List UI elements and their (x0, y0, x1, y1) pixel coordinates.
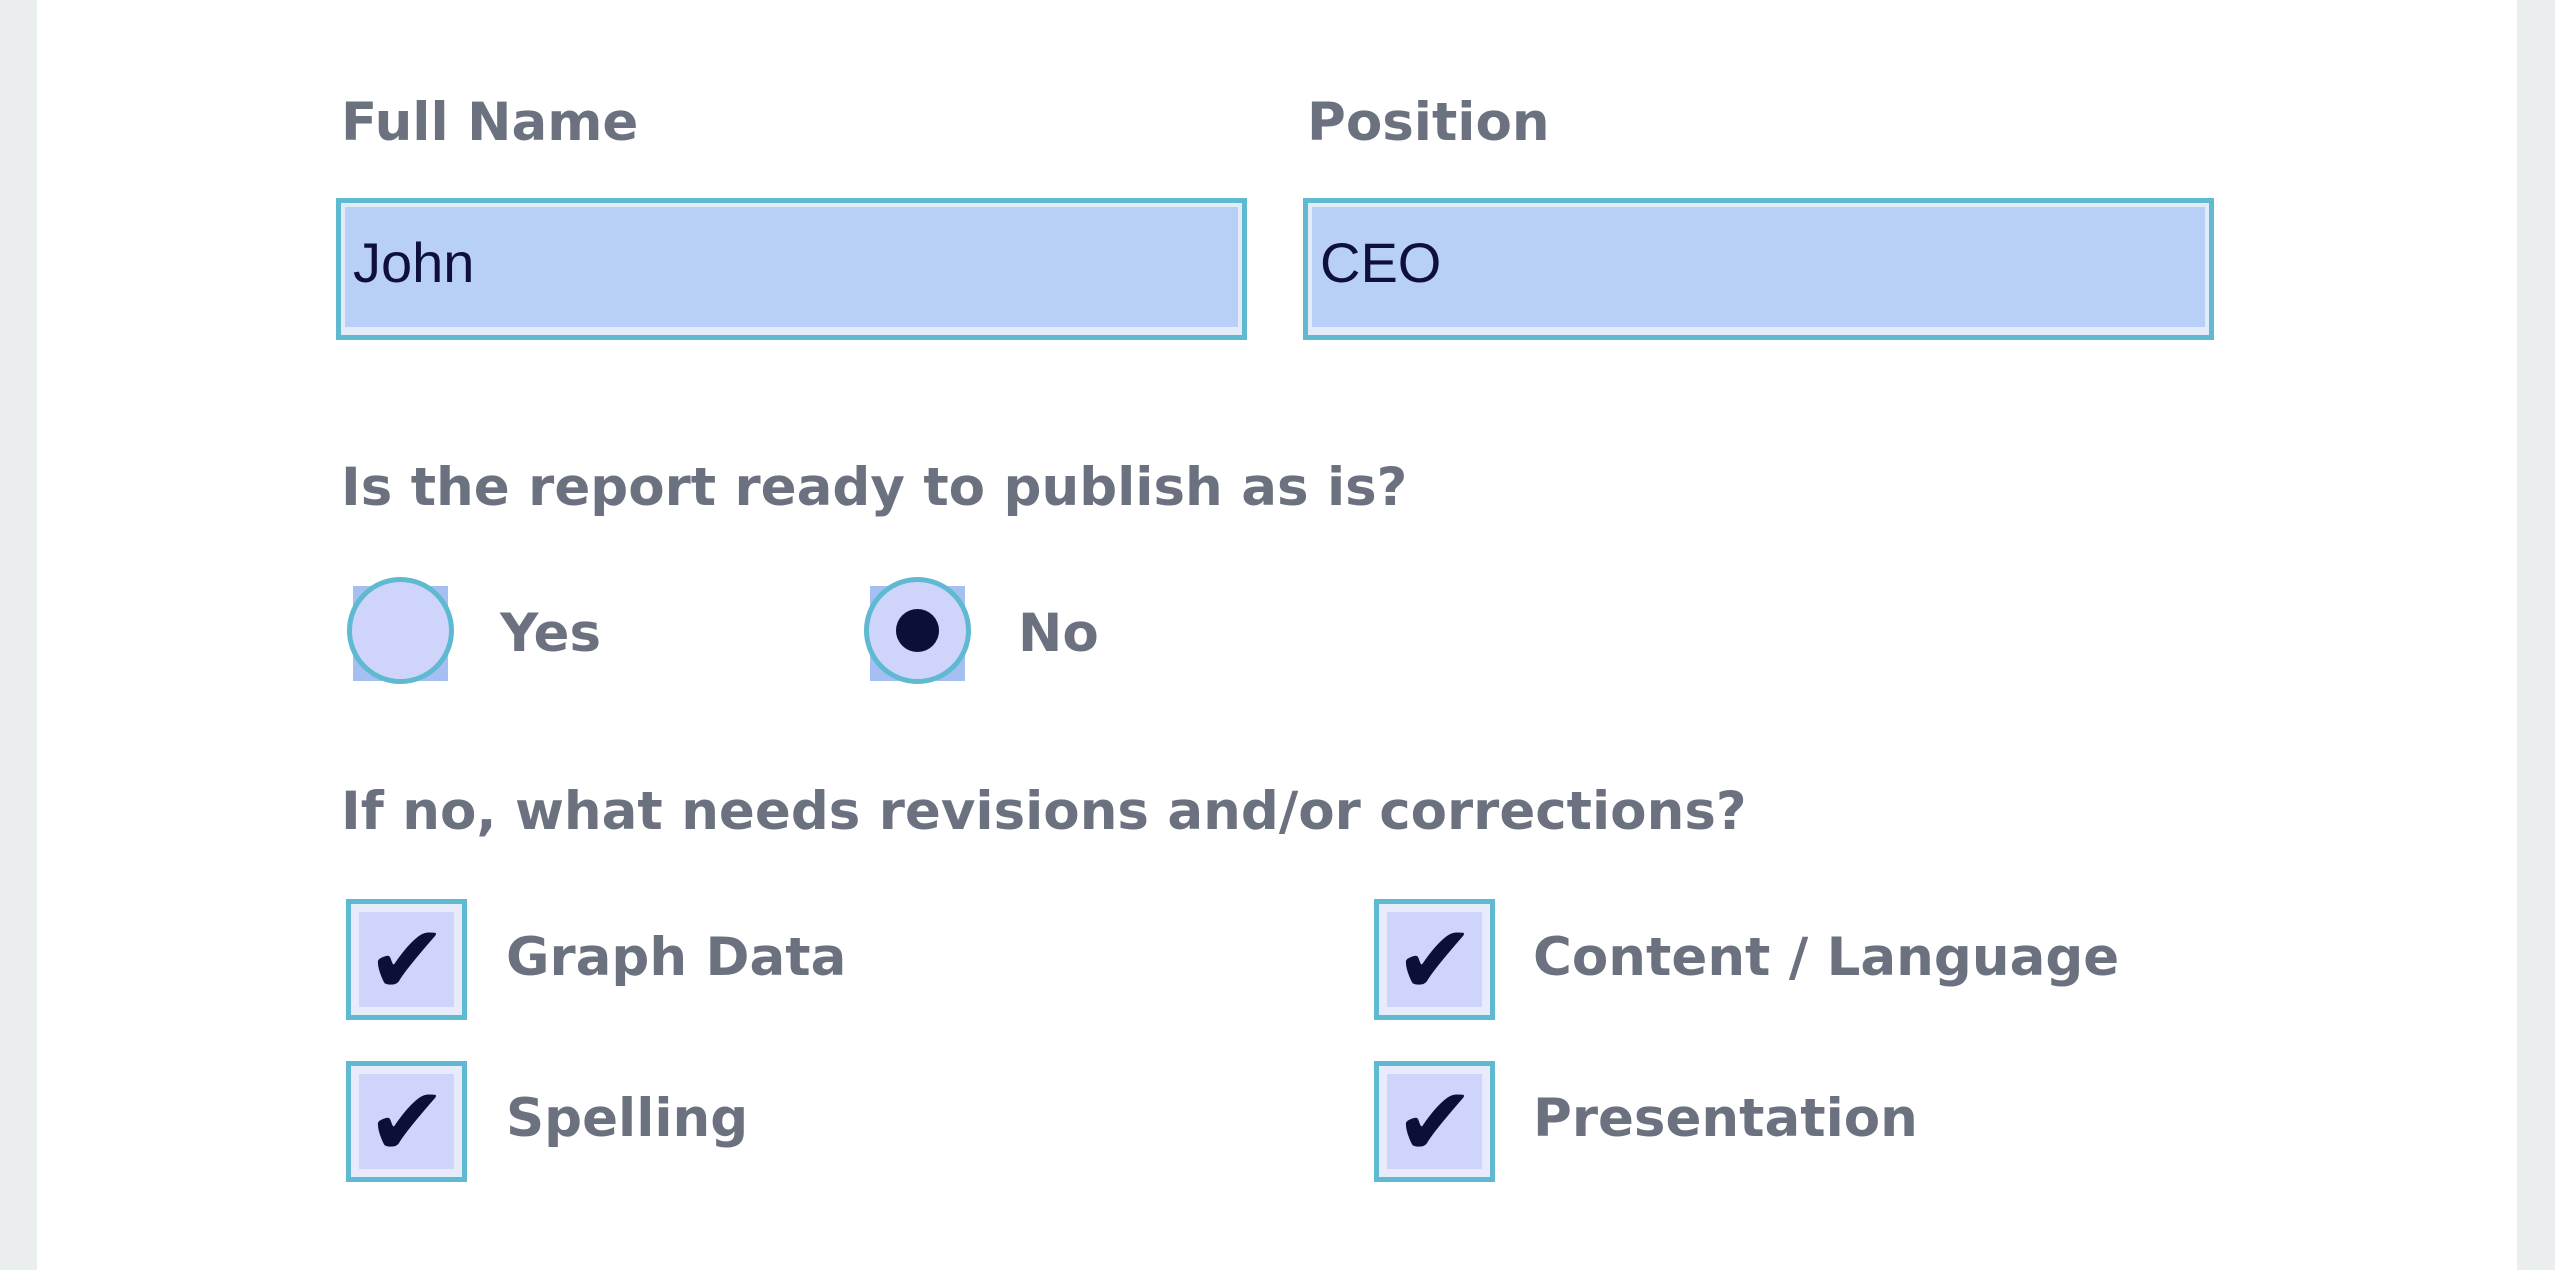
radio-ring (347, 577, 454, 684)
full-name-value: John (353, 231, 475, 294)
revisions-question-label: If no, what needs revisions and/or corre… (341, 781, 1747, 842)
radio-selected-dot (896, 609, 939, 652)
publish-yes-radio[interactable] (347, 577, 454, 684)
content-language-checkbox[interactable]: ✔ (1374, 899, 1495, 1020)
presentation-label: Presentation (1533, 1088, 1918, 1149)
position-field[interactable]: CEO (1303, 198, 2214, 340)
publish-question-label: Is the report ready to publish as is? (341, 457, 1408, 518)
position-field-highlight (1312, 207, 2205, 327)
publish-no-radio[interactable] (864, 577, 971, 684)
checkmark-icon: ✔ (1394, 904, 1476, 1016)
form-page: Full Name John Position CEO Is the repor… (37, 0, 2517, 1270)
checkmark-icon: ✔ (366, 1066, 448, 1178)
publish-no-label: No (1018, 603, 1099, 664)
position-value: CEO (1320, 231, 1442, 294)
full-name-field[interactable]: John (336, 198, 1247, 340)
position-label: Position (1307, 92, 1550, 153)
full-name-field-highlight (345, 207, 1238, 327)
content-language-label: Content / Language (1533, 927, 2120, 988)
graph-data-label: Graph Data (506, 927, 847, 988)
publish-yes-label: Yes (500, 603, 602, 664)
presentation-checkbox[interactable]: ✔ (1374, 1061, 1495, 1182)
graph-data-checkbox[interactable]: ✔ (346, 899, 467, 1020)
spelling-label: Spelling (506, 1088, 749, 1149)
checkmark-icon: ✔ (1394, 1066, 1476, 1178)
spelling-checkbox[interactable]: ✔ (346, 1061, 467, 1182)
checkmark-icon: ✔ (366, 904, 448, 1016)
full-name-label: Full Name (341, 92, 639, 153)
